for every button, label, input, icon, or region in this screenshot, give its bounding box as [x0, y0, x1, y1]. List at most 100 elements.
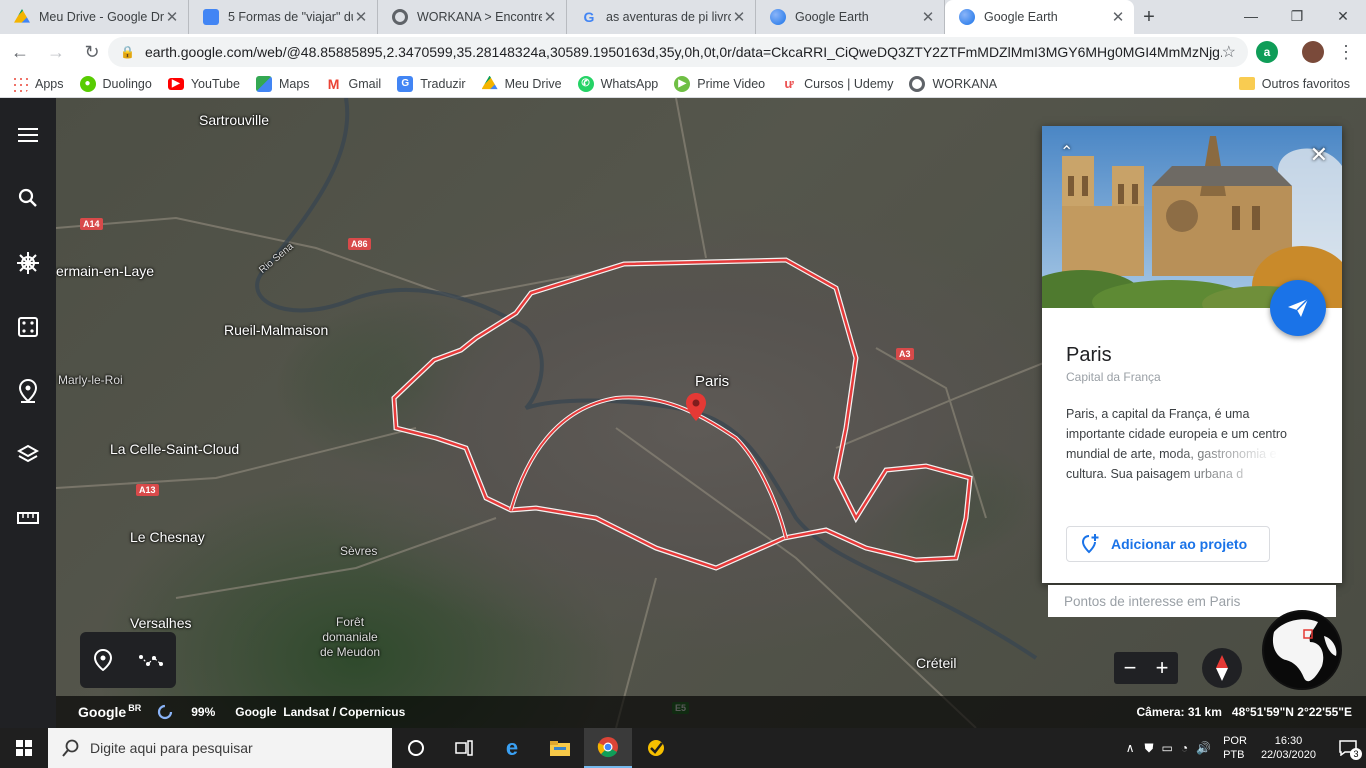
menu-kebab-icon[interactable]: ⋮	[1330, 36, 1362, 68]
battery-icon[interactable]: ▭	[1162, 741, 1173, 755]
bookmark-star-icon[interactable]: ☆	[1222, 42, 1236, 62]
description-fade	[1066, 444, 1316, 484]
forward-icon[interactable]: →	[40, 36, 72, 68]
clock-date: 22/03/2020	[1260, 749, 1316, 761]
workana-icon	[909, 75, 926, 92]
voyager-ship-wheel-icon[interactable]	[14, 249, 42, 277]
bookmark-translate[interactable]: G Traduzir	[397, 75, 466, 92]
duolingo-icon: ●	[79, 75, 96, 92]
bookmark-label: Traduzir	[420, 76, 466, 91]
add-to-project-button[interactable]: Adicionar ao projeto	[1066, 526, 1270, 562]
compass-icon[interactable]	[1202, 648, 1242, 688]
browser-tab[interactable]: 5 Formas de "viajar" du ✕	[189, 0, 378, 34]
address-bar[interactable]: 🔒 earth.google.com/web/@48.85885895,2.34…	[108, 37, 1248, 67]
action-center-icon[interactable]: 3	[1330, 728, 1366, 768]
close-window-icon[interactable]: ✕	[1320, 0, 1366, 32]
share-button[interactable]	[1270, 280, 1326, 336]
taskbar-search-box[interactable]: Digite aqui para pesquisar	[48, 728, 392, 768]
browser-tab[interactable]: Meu Drive - Google Dri ✕	[0, 0, 189, 34]
map-label: Sartrouville	[199, 112, 270, 128]
new-tab-button[interactable]: +	[1134, 0, 1164, 34]
map-style-layers-icon[interactable]	[14, 440, 42, 468]
zoom-in-icon[interactable]: +	[1156, 655, 1169, 681]
whatsapp-icon: ✆	[577, 75, 594, 92]
globe-minimap-icon[interactable]	[1262, 610, 1342, 690]
keyboard-language[interactable]: POR PTB	[1223, 734, 1247, 762]
reload-icon[interactable]: ↻	[76, 36, 108, 68]
draw-path-icon[interactable]	[138, 653, 163, 667]
task-view-icon[interactable]	[440, 728, 488, 768]
place-marker-icon[interactable]	[93, 649, 112, 671]
close-tab-icon[interactable]: ✕	[731, 8, 747, 26]
tray-antivirus-icon[interactable]: ⛊	[1145, 741, 1154, 756]
lock-icon: 🔒	[120, 45, 135, 59]
back-icon[interactable]: ←	[4, 36, 36, 68]
clock-time: 16:30	[1274, 735, 1303, 747]
close-card-icon[interactable]: ✕	[1310, 142, 1328, 168]
location-pin-icon[interactable]	[686, 393, 706, 421]
cortana-icon[interactable]	[392, 728, 440, 768]
file-explorer-icon[interactable]	[536, 728, 584, 768]
wifi-icon[interactable]: ◔	[1181, 741, 1188, 755]
road-shield: A13	[136, 484, 159, 496]
menu-hamburger-icon[interactable]	[14, 121, 42, 149]
tab-title: WORKANA > Encontre	[417, 10, 542, 24]
zoom-out-icon[interactable]: −	[1124, 655, 1137, 681]
browser-tab[interactable]: G as aventuras de pi livro ✕	[567, 0, 756, 34]
bookmark-apps[interactable]: Apps	[12, 75, 64, 92]
url-text[interactable]: earth.google.com/web/@48.85885895,2.3470…	[145, 44, 1222, 60]
minimize-icon[interactable]: —	[1228, 0, 1274, 32]
tab-strip: Meu Drive - Google Dri ✕ 5 Formas de "vi…	[0, 0, 1366, 34]
bookmark-drive[interactable]: Meu Drive	[481, 75, 562, 92]
card-title: Paris	[1066, 344, 1112, 366]
norton-icon[interactable]	[632, 728, 680, 768]
close-tab-icon[interactable]: ✕	[164, 8, 180, 26]
bookmark-udemy[interactable]: ư Cursos | Udemy	[781, 76, 893, 92]
earth-side-rail	[0, 98, 56, 728]
google-earth-icon	[959, 9, 975, 25]
browser-tab[interactable]: Google Earth ✕	[756, 0, 945, 34]
imagery-attribution[interactable]: Google Landsat / Copernicus	[235, 705, 405, 719]
close-tab-icon[interactable]: ✕	[920, 8, 936, 26]
volume-icon[interactable]: 🔊	[1196, 741, 1211, 755]
map-label: Forêt domaniale de Meudon	[320, 615, 381, 659]
tab-title: Google Earth	[795, 10, 869, 24]
prime-video-icon: ▶	[674, 75, 691, 92]
bookmark-gmail[interactable]: M Gmail	[326, 76, 382, 92]
close-tab-icon[interactable]: ✕	[1110, 8, 1126, 26]
bookmark-other-folder[interactable]: Outros favoritos	[1238, 77, 1350, 91]
map-label: La Celle-Saint-Cloud	[110, 441, 240, 457]
bookmark-duolingo[interactable]: ● Duolingo	[79, 75, 152, 92]
measure-ruler-icon[interactable]	[14, 504, 42, 532]
clock[interactable]: 16:30 22/03/2020	[1261, 734, 1316, 762]
collapse-chevron-icon[interactable]: ⌃	[1060, 142, 1073, 162]
maximize-icon[interactable]: ❐	[1274, 0, 1320, 32]
bookmark-workana[interactable]: WORKANA	[909, 75, 997, 92]
loading-spinner-icon	[158, 704, 173, 720]
browser-tab-active[interactable]: Google Earth ✕	[945, 0, 1134, 34]
tray-chevron-up-icon[interactable]: ∧	[1126, 741, 1135, 755]
tab-title: as aventuras de pi livro	[606, 10, 731, 24]
search-icon[interactable]	[14, 184, 42, 212]
chrome-icon[interactable]	[584, 728, 632, 768]
browser-tab[interactable]: WORKANA > Encontre ✕	[378, 0, 567, 34]
bookmark-prime-video[interactable]: ▶ Prime Video	[674, 75, 765, 92]
windows-start-icon[interactable]	[0, 728, 48, 768]
bookmark-maps[interactable]: Maps	[255, 75, 310, 92]
drive-icon	[481, 75, 498, 90]
feeling-lucky-dice-icon[interactable]	[14, 313, 42, 341]
profile-avatar[interactable]	[1302, 41, 1324, 63]
tab-title: 5 Formas de "viajar" du	[228, 10, 353, 24]
google-earth-icon	[770, 9, 786, 25]
extension-icon[interactable]: a	[1256, 41, 1278, 63]
bookmark-whatsapp[interactable]: ✆ WhatsApp	[577, 75, 658, 92]
edge-icon[interactable]: e	[488, 728, 536, 768]
close-tab-icon[interactable]: ✕	[542, 8, 558, 26]
close-tab-icon[interactable]: ✕	[353, 8, 369, 26]
translate-icon: G	[397, 75, 414, 92]
gmail-icon: M	[327, 75, 340, 92]
bookmark-label: Meu Drive	[504, 76, 562, 91]
youtube-icon: ▶	[167, 77, 184, 90]
bookmark-youtube[interactable]: ▶ YouTube	[167, 77, 240, 91]
projects-pin-icon[interactable]	[14, 377, 42, 405]
